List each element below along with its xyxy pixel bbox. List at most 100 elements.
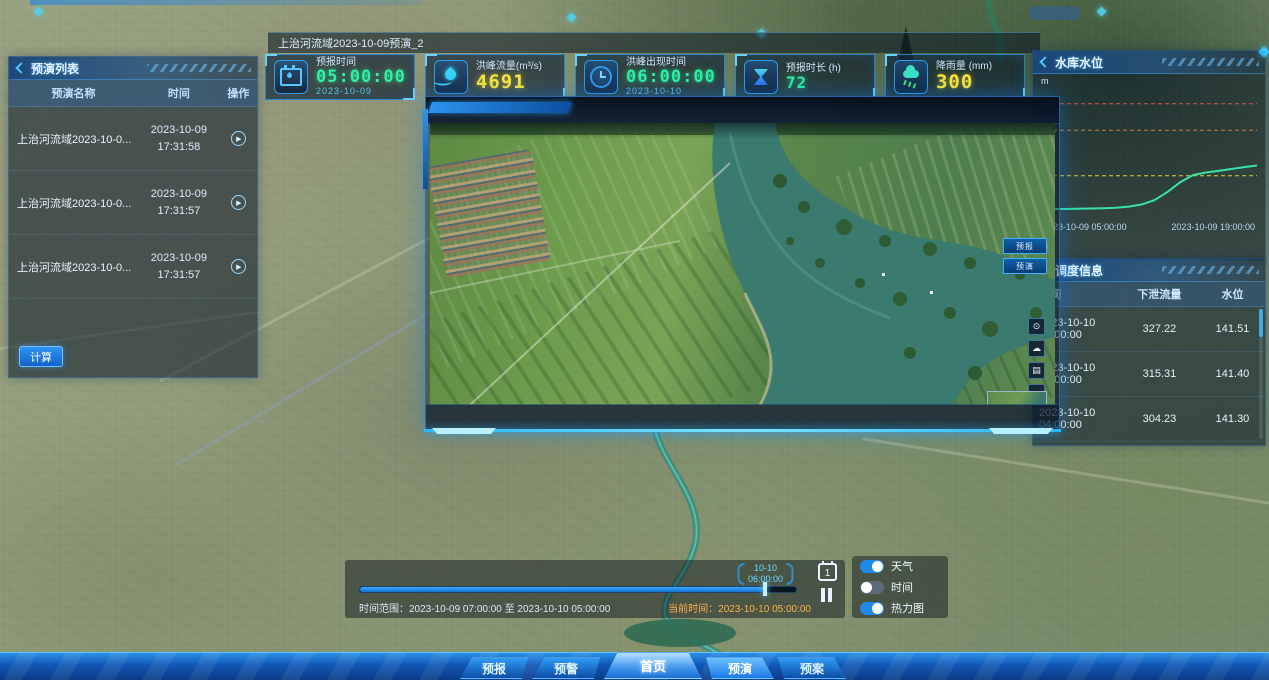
- toggle-switch[interactable]: [860, 602, 884, 615]
- panel-title: 水库水位: [1055, 54, 1103, 71]
- cell-flow: 327.22: [1119, 323, 1200, 335]
- toggle-time[interactable]: 时间: [860, 579, 940, 595]
- scrollbar-track[interactable]: [1259, 309, 1263, 439]
- timeline-fill: [360, 587, 765, 592]
- stats-row: 预报时间 05:00:00 2023-10-09 洪峰流量(m³/s) 4691…: [265, 54, 1025, 100]
- rehearsal-row[interactable]: 上治河流域2023-10-0... 2023-10-09 17:31:57 ▶: [9, 235, 257, 299]
- viewer-bottom-bar: [426, 404, 1059, 429]
- panel-chevron-icon: [1039, 56, 1050, 67]
- current-time-label: 当前时间：2023-10-10 05:00:00: [668, 600, 811, 615]
- rehearsal-time: 2023-10-09 17:31:57: [138, 186, 220, 219]
- discharge-row: 2023-10-10 06:00:00 327.22 141.51: [1033, 307, 1265, 352]
- time-range-label: 时间范围：2023-10-09 07:00:00 至 2023-10-10 05…: [359, 600, 610, 615]
- discharge-info-panel: 调度信息 时间 下泄流量 水位 2023-10-10 06:00:00 327.…: [1032, 258, 1266, 446]
- toggle-label: 热力图: [891, 600, 924, 616]
- calculate-button[interactable]: 计算: [19, 346, 63, 367]
- col-name: 预演名称: [9, 85, 138, 101]
- timeline-tooltip: 10-10 06:00:00: [738, 563, 793, 585]
- compass-icon[interactable]: ⊙: [1028, 318, 1045, 335]
- chart-unit-label: m: [1041, 76, 1049, 86]
- toolbox-icon[interactable]: ▤: [1028, 362, 1045, 379]
- cell-flow: 304.23: [1119, 413, 1200, 425]
- scenario-title: 上治河流域2023-10-09预演_2: [278, 35, 424, 51]
- toggle-label: 天气: [891, 558, 913, 574]
- panel-chevron-icon: [15, 62, 26, 73]
- discharge-row: 2023-10-10 04:00:00 304.23 141.30: [1033, 397, 1265, 442]
- simulation-viewer-window: 预报 预演 ⊙ ☁ ▤ ⌂ ◫ ▣: [425, 96, 1060, 430]
- scrollbar-thumb[interactable]: [1259, 309, 1263, 337]
- x-tick-end: 2023-10-09 19:00:00: [1171, 222, 1255, 232]
- tab-forecast[interactable]: 预报: [460, 657, 528, 679]
- cloud-icon[interactable]: ☁: [1028, 340, 1045, 357]
- stat-value: 300: [936, 72, 992, 93]
- toggle-weather[interactable]: 天气: [860, 558, 940, 574]
- stat-sub: 2023-10-09: [316, 87, 406, 97]
- rehearsal-row[interactable]: 上治河流域2023-10-0... 2023-10-09 17:31:58 ▶: [9, 107, 257, 171]
- col-level: 水位: [1200, 286, 1265, 302]
- panel-title: 调度信息: [1055, 262, 1103, 279]
- toggle-label: 时间: [891, 579, 913, 595]
- play-button[interactable]: ▶: [231, 195, 246, 210]
- flood-drop-icon: [434, 60, 468, 94]
- bottom-nav-bar: 预报 预警 首页 预演 预案: [0, 652, 1269, 680]
- viewer-corner-bracket: [432, 428, 496, 434]
- tooltip-brace: [786, 563, 793, 585]
- rehearsal-time: 2023-10-09 17:31:58: [138, 122, 220, 155]
- rehearsal-name: 上治河流域2023-10-0...: [9, 195, 138, 211]
- stat-value: 06:00:00: [626, 68, 716, 87]
- timeline-panel: 10-10 06:00:00 时间范围：2023-10-09 07:00:00 …: [345, 560, 845, 618]
- water-level-chart: 145144: [1039, 88, 1257, 220]
- tab-warning[interactable]: 预警: [532, 657, 600, 679]
- viewer-title-bar: [426, 97, 1059, 124]
- cell-level: 141.40: [1200, 368, 1265, 380]
- play-button[interactable]: ▶: [231, 259, 246, 274]
- discharge-table-header: 时间 下泄流量 水位: [1033, 282, 1265, 307]
- play-button[interactable]: ▶: [231, 131, 246, 146]
- clock-icon: [584, 60, 618, 94]
- col-flow: 下泄流量: [1119, 286, 1200, 302]
- col-op: 操作: [220, 85, 257, 101]
- toggle-switch[interactable]: [860, 581, 884, 594]
- reservoir-level-panel: 水库水位 m 145144 2023-10-09 05:00:00 2023-1…: [1032, 50, 1266, 260]
- overview-minimap[interactable]: [987, 391, 1047, 405]
- stat-card-duration: 预报时长 (h) 72: [735, 54, 875, 100]
- stat-card-forecast-time: 预报时间 05:00:00 2023-10-09: [265, 54, 415, 100]
- tooltip-brace: [738, 563, 745, 585]
- discharge-row: 2023-10-10 05:00:00 315.31 141.40: [1033, 352, 1265, 397]
- col-time: 时间: [138, 85, 220, 101]
- rehearsal-row[interactable]: 上治河流域2023-10-0... 2023-10-09 17:31:57 ▶: [9, 171, 257, 235]
- viewer-corner-bracket: [989, 428, 1053, 434]
- cell-level: 141.30: [1200, 413, 1265, 425]
- rehearsal-time: 2023-10-09 17:31:57: [138, 250, 220, 283]
- viewer-left-accent: [423, 109, 428, 189]
- tooltip-date: 10-10: [754, 563, 777, 574]
- layer-toggles-panel: 天气 时间 热力图: [852, 556, 948, 618]
- stat-value: 4691: [476, 72, 542, 93]
- rain-icon: [894, 60, 928, 94]
- calendar-icon[interactable]: 1: [818, 563, 837, 581]
- hourglass-icon: [744, 60, 778, 94]
- scenario-title-bar: 上治河流域2023-10-09预演_2: [268, 32, 1040, 53]
- timeline-track[interactable]: 10-10 06:00:00: [359, 586, 797, 593]
- stat-card-peak-flow: 洪峰流量(m³/s) 4691: [425, 54, 565, 100]
- cell-level: 141.51: [1200, 323, 1265, 335]
- toggle-heatmap[interactable]: 热力图: [860, 600, 940, 616]
- viewer-forecast-button[interactable]: 预报: [1003, 238, 1047, 254]
- flood-water-overlay: [430, 123, 1055, 405]
- tooltip-time: 06:00:00: [748, 574, 783, 585]
- viewer-bottom-glow: [424, 429, 1061, 432]
- stat-card-rainfall: 降雨量 (mm) 300: [885, 54, 1025, 100]
- tab-rehearsal[interactable]: 预演: [706, 657, 774, 679]
- stat-value: 05:00:00: [316, 68, 406, 87]
- tab-plan[interactable]: 预案: [778, 657, 846, 679]
- stat-card-peak-time: 洪峰出现时间 06:00:00 2023-10-10: [575, 54, 725, 100]
- toggle-switch[interactable]: [860, 560, 884, 573]
- viewer-rehearsal-button[interactable]: 预演: [1003, 258, 1047, 274]
- simulation-3d-scene[interactable]: 预报 预演 ⊙ ☁ ▤ ⌂ ◫ ▣: [430, 123, 1055, 405]
- pause-button[interactable]: [821, 588, 834, 602]
- panel-title: 预演列表: [31, 60, 79, 77]
- rehearsal-name: 上治河流域2023-10-0...: [9, 259, 138, 275]
- cell-flow: 315.31: [1119, 368, 1200, 380]
- tab-home[interactable]: 首页: [604, 652, 702, 679]
- calendar-drop-icon: [274, 60, 308, 94]
